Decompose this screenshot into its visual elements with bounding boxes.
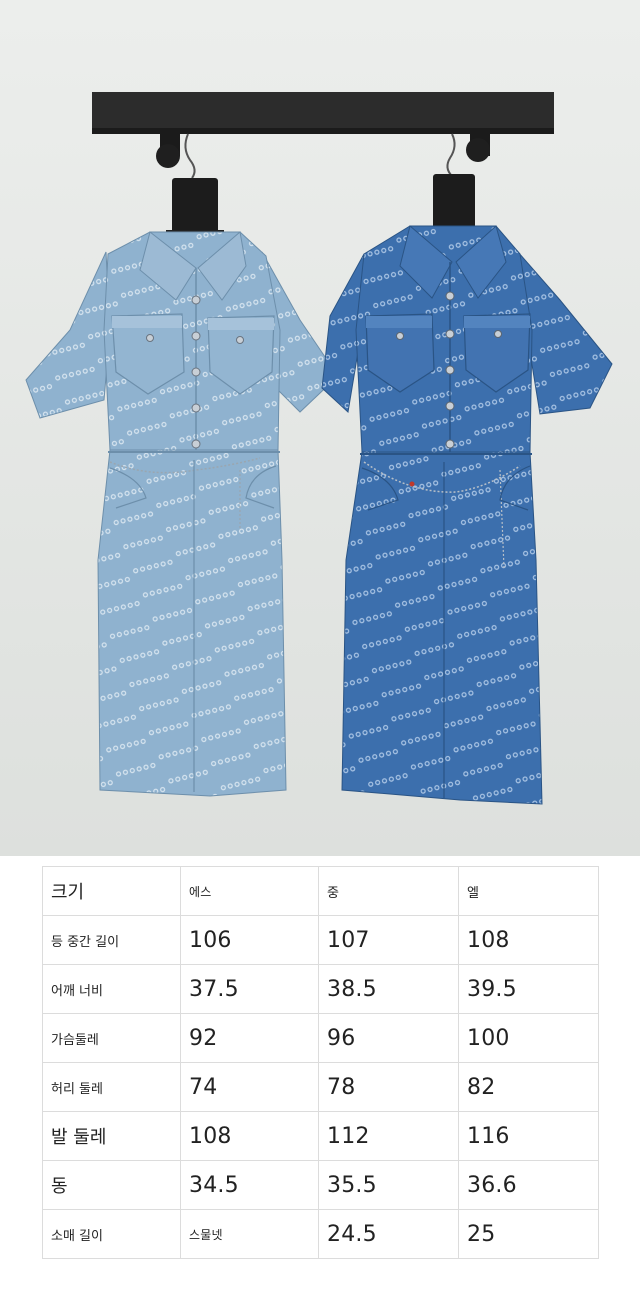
table-row: 동 34.5 35.5 36.6 <box>42 1160 599 1210</box>
cell-m: 24.5 <box>318 1209 459 1259</box>
size-chart-table: 크기 에스 중 엘 등 중간 길이 106 107 108 어깨 너비 37.5… <box>42 866 599 1259</box>
cell-l: 100 <box>458 1013 599 1063</box>
table-row: 소매 길이 스물넷 24.5 25 <box>42 1209 599 1259</box>
cell-s: 74 <box>180 1062 319 1112</box>
table-row: 가슴둘레 92 96 100 <box>42 1013 599 1063</box>
cell-s: 34.5 <box>180 1160 319 1210</box>
cell-l: 25 <box>458 1209 599 1259</box>
size-header-row: 크기 에스 중 엘 <box>42 866 599 916</box>
table-row: 등 중간 길이 106 107 108 <box>42 915 599 965</box>
cell-m: 112 <box>318 1111 459 1161</box>
cell-l: 36.6 <box>458 1160 599 1210</box>
row-label: 소매 길이 <box>42 1209 181 1259</box>
cell-s: 37.5 <box>180 964 319 1014</box>
header-size-m: 중 <box>318 866 459 916</box>
row-label: 허리 둘레 <box>42 1062 181 1112</box>
cell-m: 35.5 <box>318 1160 459 1210</box>
header-size-l: 엘 <box>458 866 599 916</box>
cell-s: 106 <box>180 915 319 965</box>
cell-l: 116 <box>458 1111 599 1161</box>
row-label: 등 중간 길이 <box>42 915 181 965</box>
row-label: 어깨 너비 <box>42 964 181 1014</box>
cell-m: 107 <box>318 915 459 965</box>
cell-s: 108 <box>180 1111 319 1161</box>
cell-s: 스물넷 <box>180 1209 319 1259</box>
row-label: 발 둘레 <box>42 1111 181 1161</box>
cell-m: 78 <box>318 1062 459 1112</box>
header-size-label: 크기 <box>42 866 181 916</box>
cell-m: 96 <box>318 1013 459 1063</box>
table-row: 어깨 너비 37.5 38.5 39.5 <box>42 964 599 1014</box>
table-row: 발 둘레 108 112 116 <box>42 1111 599 1161</box>
cell-l: 108 <box>458 915 599 965</box>
cell-m: 38.5 <box>318 964 459 1014</box>
cell-l: 82 <box>458 1062 599 1112</box>
table-row: 허리 둘레 74 78 82 <box>42 1062 599 1112</box>
cell-l: 39.5 <box>458 964 599 1014</box>
product-photo <box>0 0 640 856</box>
row-label: 동 <box>42 1160 181 1210</box>
header-size-s: 에스 <box>180 866 319 916</box>
row-label: 가슴둘레 <box>42 1013 181 1063</box>
cell-s: 92 <box>180 1013 319 1063</box>
